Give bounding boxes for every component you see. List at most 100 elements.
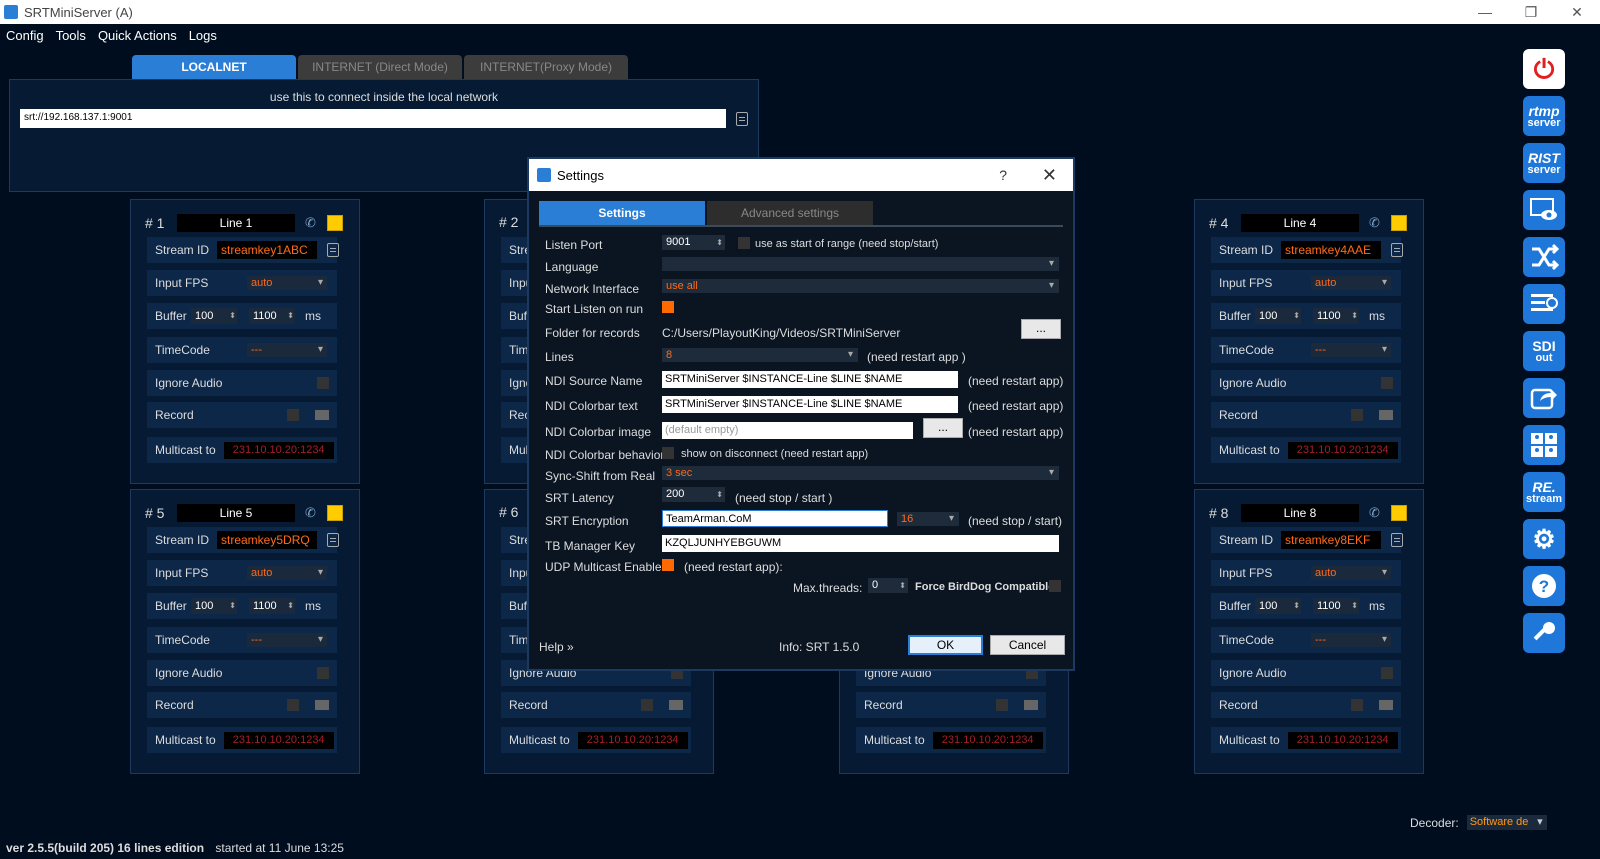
rtmp-server-icon[interactable]: rtmp server (1523, 96, 1565, 136)
line-status-indicator[interactable] (327, 215, 343, 231)
ok-button[interactable]: OK (908, 635, 983, 655)
line-status-indicator[interactable] (1391, 215, 1407, 231)
cancel-button[interactable]: Cancel (990, 635, 1065, 655)
close-window-button[interactable]: ✕ (1554, 0, 1600, 24)
record-toggle[interactable] (1351, 409, 1363, 421)
list-clock-icon[interactable] (1523, 284, 1565, 324)
maximize-button[interactable]: ❐ (1508, 0, 1554, 24)
ignore-audio-toggle[interactable] (317, 377, 329, 389)
udp-multicast-checkbox[interactable] (662, 559, 674, 571)
copy-icon[interactable] (736, 112, 748, 126)
timecode-select[interactable]: --- (1311, 633, 1391, 647)
copy-icon[interactable] (327, 243, 339, 257)
record-toggle[interactable] (287, 409, 299, 421)
menu-logs[interactable]: Logs (183, 28, 223, 43)
input-fps-select[interactable]: auto (247, 276, 327, 290)
listen-range-checkbox[interactable] (738, 237, 750, 249)
help-link[interactable]: Help » (539, 640, 574, 654)
listen-port-spinner[interactable]: 9001 (662, 235, 725, 250)
sync-shift-select[interactable]: 3 sec (662, 466, 1059, 480)
menu-quick-actions[interactable]: Quick Actions (92, 28, 183, 43)
input-fps-select[interactable]: auto (247, 566, 327, 580)
minimize-button[interactable]: — (1462, 0, 1508, 24)
ndi-colorbar-image-browse-button[interactable]: ... (923, 418, 963, 438)
record-toggle[interactable] (287, 699, 299, 711)
buffer-min-spinner[interactable]: 100 (1255, 308, 1301, 324)
multicast-value[interactable]: 231.10.10.20:1234 (223, 441, 334, 459)
tab-advanced-settings[interactable]: Advanced settings (707, 201, 873, 225)
folder-browse-button[interactable]: ... (1021, 319, 1061, 339)
line-name[interactable]: Line 1 (177, 214, 295, 232)
multicast-value[interactable]: 231.10.10.20:1234 (1287, 731, 1398, 749)
buffer-max-spinner[interactable]: 1100 (249, 598, 295, 614)
buffer-min-spinner[interactable]: 100 (1255, 598, 1301, 614)
phone-icon[interactable]: ✆ (305, 505, 319, 521)
ignore-audio-toggle[interactable] (1381, 377, 1393, 389)
multicast-value[interactable]: 231.10.10.20:1234 (1287, 441, 1398, 459)
buffer-min-spinner[interactable]: 100 (191, 308, 237, 324)
ndi-source-input[interactable]: SRTMiniServer $INSTANCE-Line $LINE $NAME (662, 371, 958, 388)
buffer-max-spinner[interactable]: 1100 (1313, 308, 1359, 324)
ignore-audio-toggle[interactable] (317, 667, 329, 679)
decoder-select[interactable]: Software de (1466, 815, 1547, 830)
srt-encryption-input[interactable]: TeamArman.CoM (662, 510, 888, 527)
users-grid-icon[interactable] (1523, 425, 1565, 465)
lines-select[interactable]: 8 (662, 348, 858, 362)
buffer-min-spinner[interactable]: 100 (191, 598, 237, 614)
record-folder-icon[interactable] (1379, 700, 1393, 710)
multicast-value[interactable]: 231.10.10.20:1234 (223, 731, 334, 749)
ndi-colorbar-image-input[interactable]: (default empty) (662, 422, 913, 439)
key-icon[interactable] (1523, 613, 1565, 653)
record-folder-icon[interactable] (315, 700, 329, 710)
colorbar-behavior-checkbox[interactable] (662, 447, 674, 459)
tab-internet-direct[interactable]: INTERNET (Direct Mode) (298, 55, 462, 79)
timecode-select[interactable]: --- (247, 633, 327, 647)
line-name[interactable]: Line 5 (177, 504, 295, 522)
timecode-select[interactable]: --- (247, 343, 327, 357)
help-question-icon[interactable]: ? (999, 167, 1007, 183)
srt-latency-spinner[interactable]: 200 (662, 487, 725, 502)
phone-icon[interactable]: ✆ (1369, 215, 1383, 231)
record-folder-icon[interactable] (315, 410, 329, 420)
record-folder-icon[interactable] (1379, 410, 1393, 420)
multicast-value[interactable]: 231.10.10.20:1234 (932, 731, 1043, 749)
buffer-max-spinner[interactable]: 1100 (1313, 598, 1359, 614)
image-preview-icon[interactable] (1523, 190, 1565, 230)
help-icon[interactable]: ? (1523, 566, 1565, 606)
line-name[interactable]: Line 8 (1241, 504, 1359, 522)
stream-id-value[interactable]: streamkey1ABC (217, 241, 317, 259)
dialog-close-icon[interactable]: ✕ (1042, 165, 1057, 186)
timecode-select[interactable]: --- (1311, 343, 1391, 357)
ndi-colorbar-text-input[interactable]: SRTMiniServer $INSTANCE-Line $LINE $NAME (662, 396, 958, 413)
phone-icon[interactable]: ✆ (305, 215, 319, 231)
stream-id-value[interactable]: streamkey8EKF (1281, 531, 1381, 549)
line-name[interactable]: Line 4 (1241, 214, 1359, 232)
record-toggle[interactable] (1351, 699, 1363, 711)
buffer-max-spinner[interactable]: 1100 (249, 308, 295, 324)
connection-url-field[interactable]: srt://192.168.137.1:9001 (20, 109, 726, 128)
tab-internet-proxy[interactable]: INTERNET(Proxy Mode) (464, 55, 628, 79)
shuffle-icon[interactable] (1523, 237, 1565, 277)
record-toggle[interactable] (641, 699, 653, 711)
menu-tools[interactable]: Tools (50, 28, 92, 43)
record-folder-icon[interactable] (1024, 700, 1038, 710)
record-folder-icon[interactable] (669, 700, 683, 710)
power-icon[interactable]: ⏻ (1523, 49, 1565, 89)
multicast-value[interactable]: 231.10.10.20:1234 (577, 731, 688, 749)
stream-id-value[interactable]: streamkey4AAE (1281, 241, 1381, 259)
rist-server-icon[interactable]: RIST server (1523, 143, 1565, 183)
network-interface-select[interactable]: use all (662, 279, 1059, 293)
copy-icon[interactable] (1391, 533, 1403, 547)
tb-manager-key-input[interactable]: KZQLJUNHYEBGUWM (662, 535, 1059, 552)
share-icon[interactable] (1523, 378, 1565, 418)
copy-icon[interactable] (1391, 243, 1403, 257)
tab-settings[interactable]: Settings (539, 201, 705, 225)
sdi-out-icon[interactable]: SDI out (1523, 331, 1565, 371)
force-birddog-checkbox[interactable] (1049, 580, 1061, 592)
start-listen-checkbox[interactable] (662, 301, 674, 313)
copy-icon[interactable] (327, 533, 339, 547)
language-select[interactable] (662, 257, 1059, 271)
tab-localnet[interactable]: LOCALNET (132, 55, 296, 79)
phone-icon[interactable]: ✆ (1369, 505, 1383, 521)
max-threads-spinner[interactable]: 0 (868, 578, 908, 593)
